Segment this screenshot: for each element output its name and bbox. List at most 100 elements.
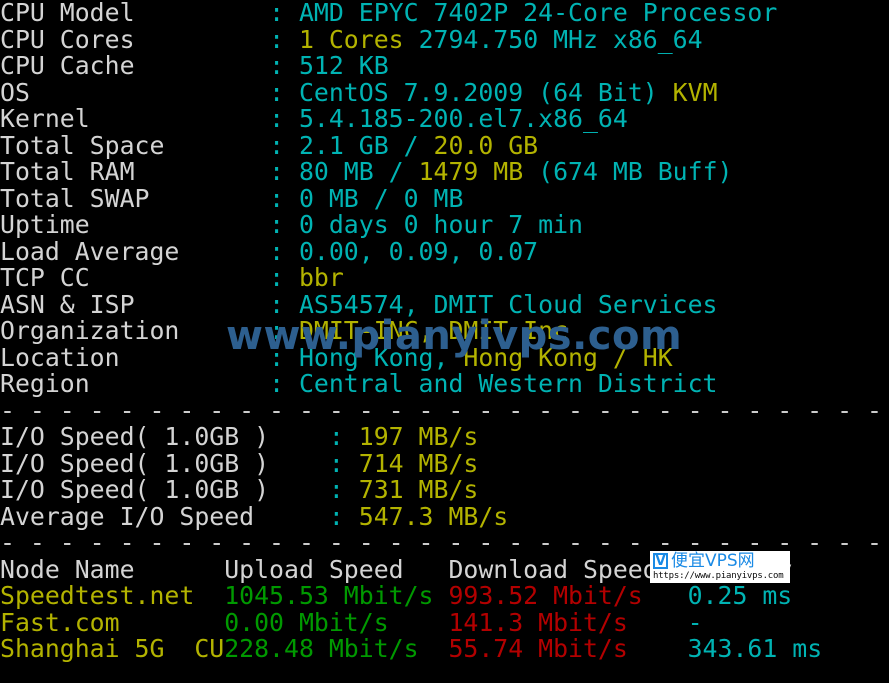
sysinfo-value: AS54574, DMIT Cloud Services	[298, 289, 718, 319]
sysinfo-value: DMIT-INC, DMIT Inc	[298, 316, 569, 345]
sysinfo-row: TCP CC : bbr	[0, 263, 889, 292]
sysinfo-colon: :	[269, 369, 299, 398]
sysinfo-row: CPU Cache : 512 KB	[0, 51, 889, 80]
sysinfo-value: Hong Kong,	[298, 342, 464, 372]
sysinfo-row: OS : CentOS 7.9.2009 (64 Bit) KVM	[0, 77, 889, 107]
sysinfo-label: Location	[0, 342, 270, 372]
io-speed-value: 197 MB/s	[358, 422, 479, 451]
sysinfo-colon: :	[269, 316, 299, 345]
sysinfo-colon: :	[269, 183, 299, 213]
speedtest-table: Node Name Upload Speed Download Speed La…	[0, 554, 889, 663]
io-speed-value: 547.3 MB/s	[358, 501, 509, 531]
sysinfo-row: CPU Cores : 1 Cores 2794.750 MHz x86_64	[0, 24, 889, 54]
sysinfo-label: CPU Cores	[0, 24, 270, 54]
sysinfo-colon: :	[269, 210, 299, 239]
sysinfo-label: OS	[0, 77, 270, 107]
io-speed-value: 714 MB/s	[358, 448, 479, 478]
sysinfo-colon: :	[269, 342, 299, 372]
sysinfo-row: ASN & ISP : AS54574, DMIT Cloud Services	[0, 289, 889, 319]
sysinfo-label: Uptime	[0, 210, 270, 239]
sysinfo-label: Kernel	[0, 104, 270, 133]
io-speed-value: 731 MB/s	[358, 475, 479, 504]
sysinfo-row: Uptime : 0 days 0 hour 7 min	[0, 210, 889, 239]
sysinfo-value: (674 MB Buff)	[538, 157, 733, 186]
sysinfo-colon: :	[269, 157, 299, 186]
sysinfo-row: Total Space : 2.1 GB / 20.0 GB	[0, 130, 889, 160]
sysinfo-label: ASN & ISP	[0, 289, 270, 319]
speedtest-row: Shanghai 5G CU228.48 Mbit/s 55.74 Mbit/s…	[0, 634, 889, 663]
sysinfo-label: Load Average	[0, 236, 270, 266]
sysinfo-value: Central and Western District	[298, 369, 718, 398]
sysinfo-value: CentOS 7.9.2009 (64 Bit)	[298, 77, 673, 107]
sysinfo-colon: :	[269, 24, 299, 54]
cell-latency: 0.25 ms	[687, 581, 793, 610]
header-node-name: Node Name	[0, 554, 225, 584]
sysinfo-label: Total Space	[0, 130, 270, 160]
cell-upload-speed: 228.48 Mbit/s	[224, 634, 449, 663]
sysinfo-colon: :	[269, 130, 299, 160]
sysinfo-value: 0.00, 0.09, 0.07	[298, 236, 539, 266]
sysinfo-row: Total RAM : 80 MB / 1479 MB (674 MB Buff…	[0, 157, 889, 186]
header-latency: Latency	[687, 554, 793, 584]
sysinfo-colon: :	[269, 51, 299, 80]
cell-latency: 343.61 ms	[687, 634, 823, 663]
sysinfo-row: Organization : DMIT-INC, DMIT Inc	[0, 316, 889, 345]
sysinfo-value: KVM	[672, 77, 718, 107]
sysinfo-label: TCP CC	[0, 263, 270, 292]
sysinfo-value: Hong Kong / HK	[463, 342, 673, 372]
sysinfo-label: CPU Cache	[0, 51, 270, 80]
sysinfo-colon: :	[269, 263, 299, 292]
cell-download-speed: 993.52 Mbit/s	[448, 581, 688, 610]
sysinfo-label: Region	[0, 369, 270, 398]
io-speed-row: I/O Speed( 1.0GB ) : 197 MB/s	[0, 422, 889, 451]
sysinfo-row: CPU Model : AMD EPYC 7402P 24-Core Proce…	[0, 0, 889, 27]
io-speed-row: Average I/O Speed : 547.3 MB/s	[0, 501, 889, 531]
io-speed-colon: :	[328, 501, 359, 531]
io-speed-label: I/O Speed( 1.0GB )	[0, 422, 329, 451]
speedtest-row: Speedtest.net 1045.53 Mbit/s 993.52 Mbit…	[0, 581, 889, 610]
cell-latency: -	[687, 607, 703, 637]
sysinfo-row: Total SWAP : 0 MB / 0 MB	[0, 183, 889, 213]
sysinfo-value: 512 KB	[298, 51, 389, 80]
sysinfo-value: 20.0 GB	[433, 130, 539, 160]
header-download-speed: Download Speed	[448, 554, 688, 584]
cell-node-name: Fast.com	[0, 607, 225, 637]
terminal-output: CPU Model : AMD EPYC 7402P 24-Core Proce…	[0, 0, 889, 683]
sysinfo-label: Total RAM	[0, 157, 270, 186]
io-speed-block: I/O Speed( 1.0GB ) : 197 MB/s I/O Speed( …	[0, 422, 889, 531]
cell-upload-speed: 1045.53 Mbit/s	[224, 581, 449, 610]
sysinfo-value: 80 MB /	[298, 157, 419, 186]
sysinfo-value: 2794.750 MHz x86_64	[418, 24, 703, 54]
sysinfo-label: Organization	[0, 316, 270, 345]
sysinfo-label: Total SWAP	[0, 183, 270, 213]
io-speed-colon: :	[328, 422, 359, 451]
speedtest-header-row: Node Name Upload Speed Download Speed La…	[0, 554, 889, 584]
sysinfo-colon: :	[269, 104, 299, 133]
separator-line-1: - - - - - - - - - - - - - - - - - - - - …	[0, 397, 882, 424]
io-speed-colon: :	[328, 448, 359, 478]
sysinfo-colon: :	[269, 236, 299, 266]
separator-line-2: - - - - - - - - - - - - - - - - - - - - …	[0, 530, 882, 557]
sysinfo-row: Kernel : 5.4.185-200.el7.x86_64	[0, 104, 889, 133]
sysinfo-value: 0 MB / 0 MB	[298, 183, 464, 213]
io-speed-row: I/O Speed( 1.0GB ) : 731 MB/s	[0, 475, 889, 504]
sysinfo-value: 5.4.185-200.el7.x86_64	[298, 104, 628, 133]
io-speed-row: I/O Speed( 1.0GB ) : 714 MB/s	[0, 448, 889, 478]
io-speed-label: I/O Speed( 1.0GB )	[0, 448, 329, 478]
sysinfo-colon: :	[269, 289, 299, 319]
cell-download-speed: 55.74 Mbit/s	[448, 634, 688, 663]
sysinfo-value: AMD EPYC 7402P 24-Core Processor	[298, 0, 778, 27]
speedtest-row: Fast.com 0.00 Mbit/s 141.3 Mbit/s -	[0, 607, 889, 637]
io-speed-label: I/O Speed( 1.0GB )	[0, 475, 329, 504]
sysinfo-value: bbr	[298, 263, 344, 292]
sysinfo-value: 0 days 0 hour 7 min	[298, 210, 583, 239]
cell-node-name: Shanghai 5G CU	[0, 634, 225, 663]
header-upload-speed: Upload Speed	[224, 554, 449, 584]
sysinfo-colon: :	[269, 77, 299, 107]
sysinfo-row: Region : Central and Western District	[0, 369, 889, 398]
sysinfo-value: 2.1 GB /	[298, 130, 434, 160]
cell-node-name: Speedtest.net	[0, 581, 225, 610]
system-info-block: CPU Model : AMD EPYC 7402P 24-Core Proce…	[0, 0, 889, 398]
cell-upload-speed: 0.00 Mbit/s	[224, 607, 449, 637]
sysinfo-value: 1479 MB	[418, 157, 539, 186]
